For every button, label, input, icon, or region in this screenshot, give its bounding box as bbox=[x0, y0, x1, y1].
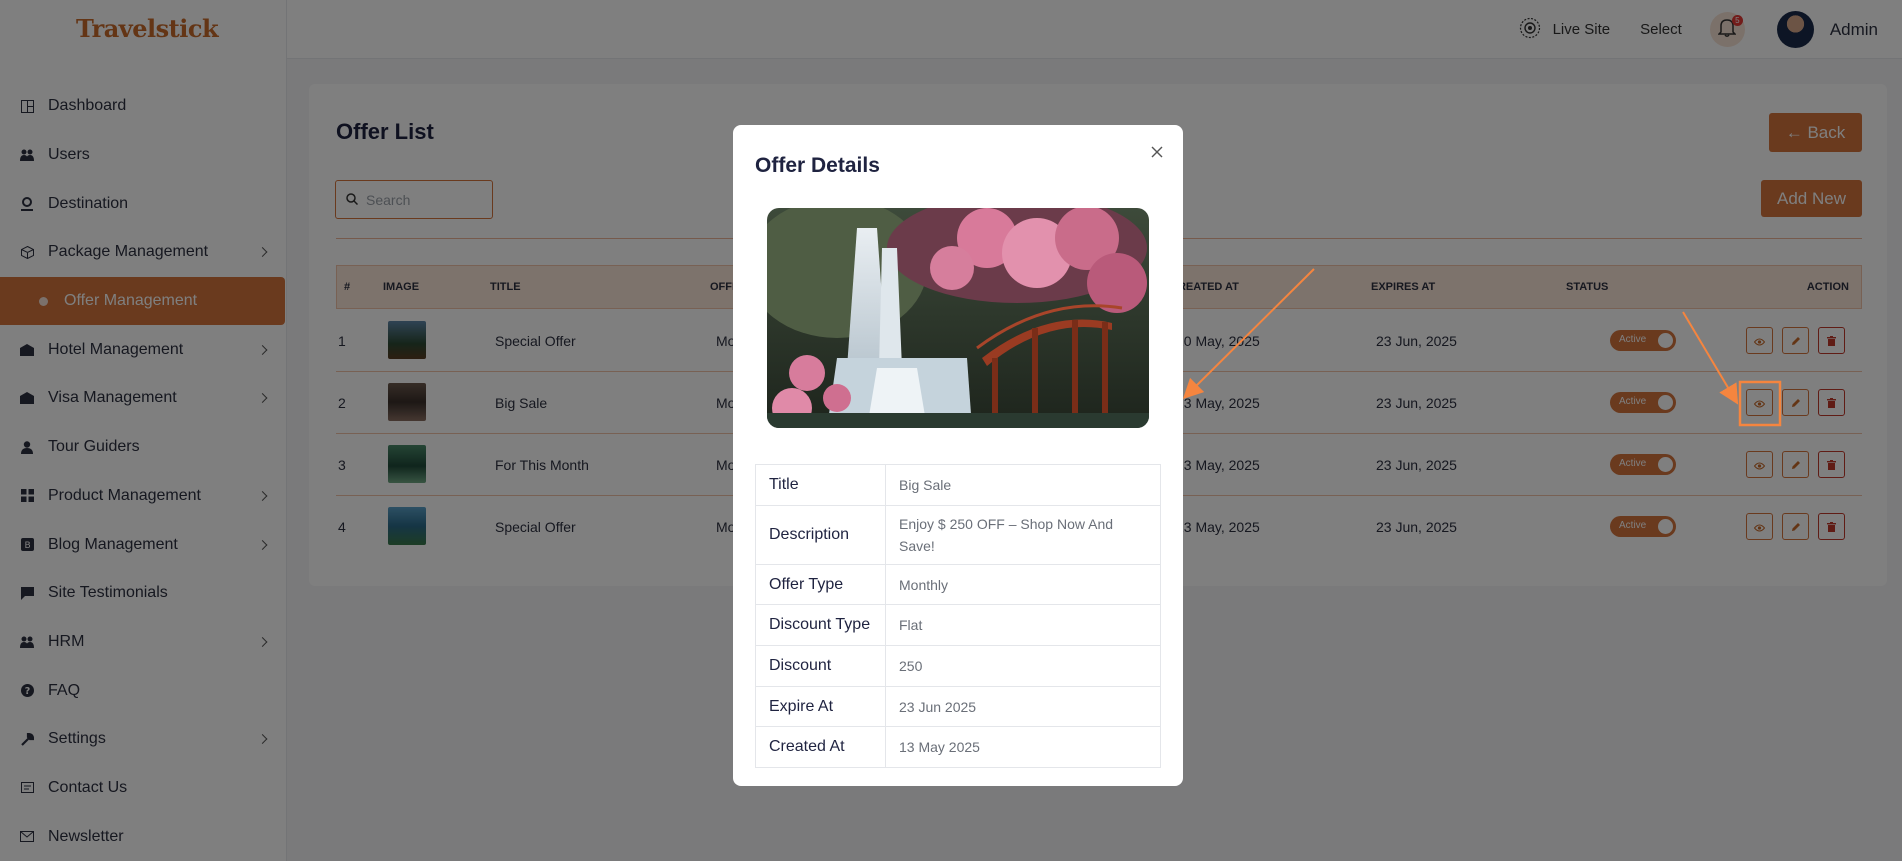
detail-row-title: Title Big Sale bbox=[755, 464, 1161, 506]
detail-key: Created At bbox=[755, 726, 886, 768]
modal-title: Offer Details bbox=[755, 154, 880, 177]
detail-row-discount: Discount 250 bbox=[755, 645, 1161, 687]
detail-value: Enjoy $ 250 OFF – Shop Now And Save! bbox=[885, 505, 1161, 565]
close-icon bbox=[1148, 146, 1166, 165]
detail-key: Expire At bbox=[755, 686, 886, 727]
offer-image bbox=[767, 208, 1149, 428]
offer-details-modal: Offer Details Title Big Sale Description… bbox=[733, 125, 1183, 786]
detail-value: 250 bbox=[885, 645, 1161, 687]
detail-row-description: Description Enjoy $ 250 OFF – Shop Now A… bbox=[755, 505, 1161, 565]
detail-row-expire-at: Expire At 23 Jun 2025 bbox=[755, 686, 1161, 727]
detail-value: 13 May 2025 bbox=[885, 726, 1161, 768]
detail-value: Big Sale bbox=[885, 464, 1161, 506]
detail-row-created-at: Created At 13 May 2025 bbox=[755, 726, 1161, 768]
detail-key: Title bbox=[755, 464, 886, 506]
detail-value: Monthly bbox=[885, 564, 1161, 605]
detail-value: 23 Jun 2025 bbox=[885, 686, 1161, 727]
detail-row-offer-type: Offer Type Monthly bbox=[755, 564, 1161, 605]
detail-key: Discount Type bbox=[755, 604, 886, 646]
detail-key: Discount bbox=[755, 645, 886, 687]
detail-key: Description bbox=[755, 505, 886, 565]
close-button[interactable] bbox=[1148, 143, 1166, 161]
detail-row-discount-type: Discount Type Flat bbox=[755, 604, 1161, 646]
detail-value: Flat bbox=[885, 604, 1161, 646]
detail-key: Offer Type bbox=[755, 564, 886, 605]
offer-details-table: Title Big Sale Description Enjoy $ 250 O… bbox=[755, 464, 1161, 768]
